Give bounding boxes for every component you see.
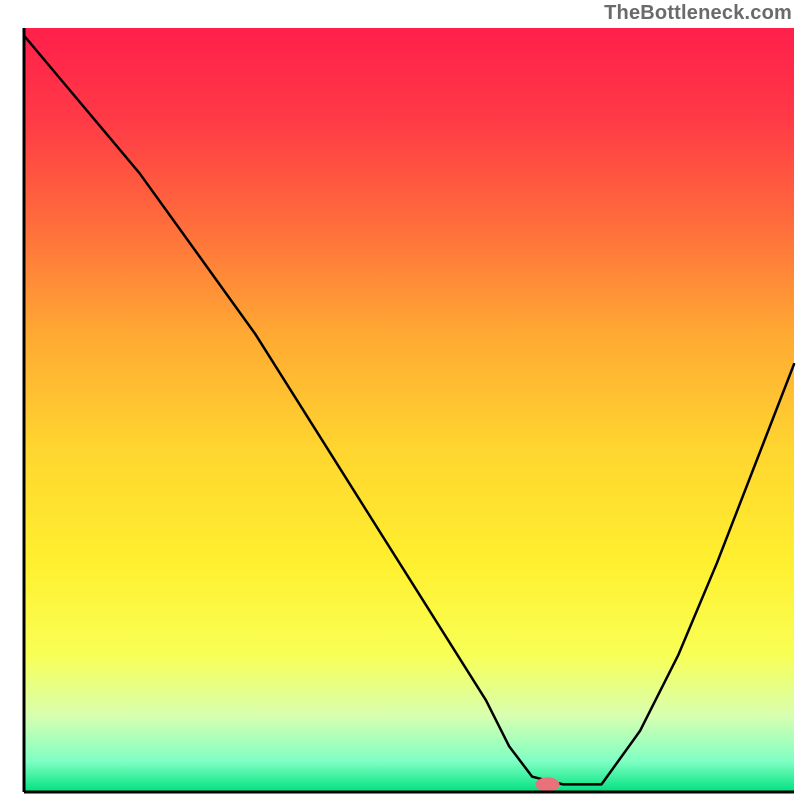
bottleneck-chart: TheBottleneck.com — [0, 0, 800, 800]
chart-canvas — [0, 0, 800, 800]
optimal-marker — [536, 777, 560, 791]
watermark-label: TheBottleneck.com — [604, 2, 792, 25]
chart-background — [24, 28, 794, 792]
